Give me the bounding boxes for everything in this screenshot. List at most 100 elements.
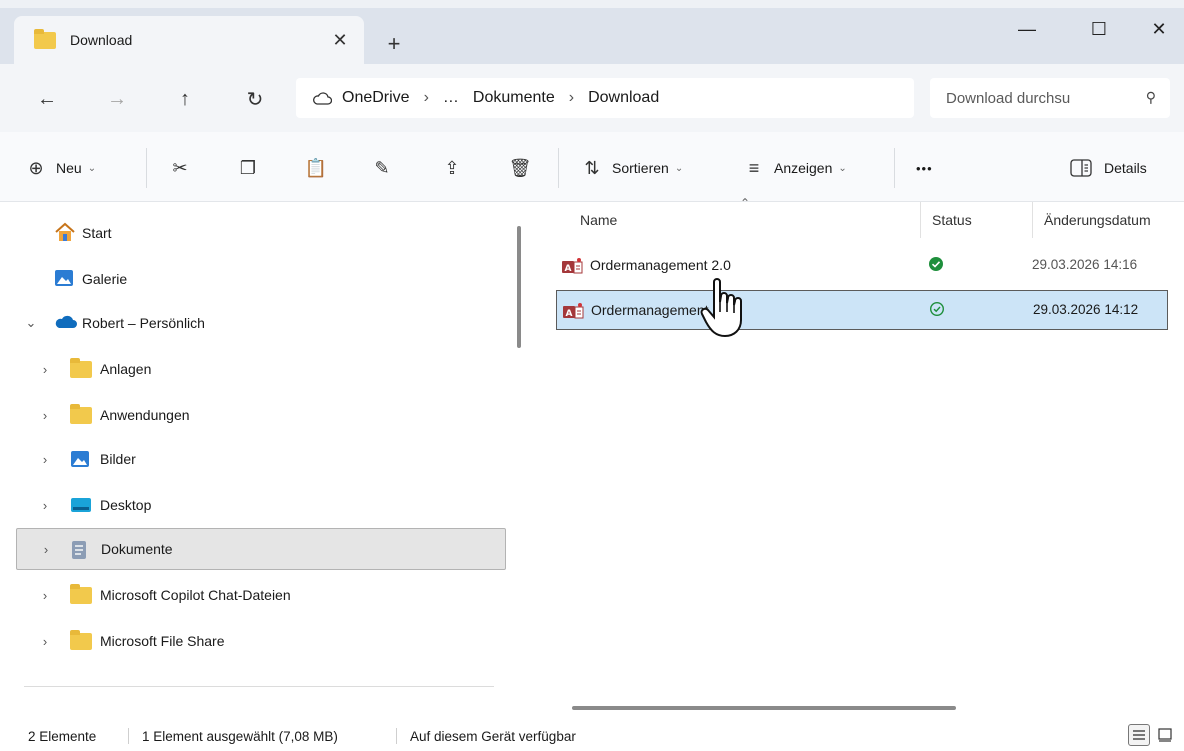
nav-scrollbar[interactable] xyxy=(517,226,521,348)
cut-button[interactable]: ✂ xyxy=(168,154,192,182)
breadcrumb[interactable]: OneDrive › … Dokumente › Download xyxy=(296,78,914,118)
column-header-status[interactable]: Status xyxy=(932,202,972,238)
availability-status: Auf diesem Gerät verfügbar xyxy=(410,729,576,744)
breadcrumb-overflow[interactable]: … xyxy=(443,89,459,107)
folder-icon xyxy=(70,584,92,604)
nav-item-file-share[interactable]: › Microsoft File Share xyxy=(16,620,506,662)
selection-info: 1 Element ausgewählt (7,08 MB) xyxy=(142,729,338,744)
chevron-down-icon: ⌄ xyxy=(838,162,847,174)
nav-divider xyxy=(24,686,494,687)
nav-label: Robert – Persönlich xyxy=(82,315,205,331)
home-icon xyxy=(55,222,75,241)
nav-item-copilot-chat-files[interactable]: › Microsoft Copilot Chat-Dateien xyxy=(16,574,506,616)
access-database-icon: A xyxy=(563,303,584,319)
maximize-button[interactable]: ☐ xyxy=(1084,14,1114,44)
nav-label: Bilder xyxy=(100,451,136,467)
svg-text:A: A xyxy=(565,264,572,274)
nav-label: Anlagen xyxy=(100,361,152,377)
up-button[interactable]: ↑ xyxy=(170,84,200,114)
file-list-scrollbar[interactable] xyxy=(572,706,956,710)
breadcrumb-onedrive[interactable]: OneDrive xyxy=(342,89,410,107)
status-bar: 2 Elemente 1 Element ausgewählt (7,08 MB… xyxy=(0,720,1184,751)
nav-item-dokumente[interactable]: › Dokumente xyxy=(16,528,506,570)
copy-button[interactable]: ❐ xyxy=(236,154,260,182)
chevron-right-icon[interactable]: › xyxy=(38,362,52,377)
tab-close-button[interactable]: ✕ xyxy=(328,28,352,52)
nav-item-bilder[interactable]: › Bilder xyxy=(16,438,506,480)
delete-button[interactable]: 🗑 xyxy=(508,154,532,182)
nav-label: Start xyxy=(82,225,112,241)
file-name: Ordermanagement 2.0 xyxy=(590,257,731,273)
file-date: 29.03.2026 14:12 xyxy=(1033,302,1139,317)
chevron-right-icon[interactable]: › xyxy=(38,452,52,467)
nav-item-start[interactable]: Start xyxy=(16,212,506,254)
sync-status-outline-icon xyxy=(929,301,945,317)
rename-button[interactable]: ✎ xyxy=(370,154,394,182)
tiles-view-button[interactable] xyxy=(1154,724,1176,746)
forward-button[interactable]: → xyxy=(102,84,132,114)
search-input[interactable]: Download durchsu ⚲ xyxy=(930,78,1170,118)
paste-button[interactable]: 📋 xyxy=(304,154,328,182)
search-placeholder: Download durchsu xyxy=(946,89,1071,107)
nav-label: Dokumente xyxy=(101,541,173,557)
folder-icon xyxy=(34,28,56,49)
nav-item-desktop[interactable]: › Desktop xyxy=(16,484,506,526)
documents-icon xyxy=(72,541,86,559)
window-top-strip xyxy=(0,0,1184,8)
refresh-button[interactable]: ↻ xyxy=(240,84,270,114)
close-window-button[interactable]: ✕ xyxy=(1144,14,1174,44)
svg-text:A: A xyxy=(566,309,573,319)
nav-item-anwendungen[interactable]: › Anwendungen xyxy=(16,394,506,436)
onedrive-icon xyxy=(55,315,77,328)
clipboard-icon: 📋 xyxy=(304,157,328,178)
tab-download[interactable]: Download ✕ xyxy=(14,16,364,64)
tiles-view-icon xyxy=(1158,728,1172,742)
column-separator[interactable] xyxy=(1032,202,1033,238)
sort-ascending-icon: ⌃ xyxy=(740,196,751,210)
trash-icon: 🗑 xyxy=(508,157,532,178)
new-label: Neu xyxy=(56,160,82,176)
nav-item-anlagen[interactable]: › Anlagen xyxy=(16,348,506,390)
sort-label: Sortieren xyxy=(612,160,669,176)
folder-icon xyxy=(70,358,92,378)
nav-item-galerie[interactable]: Galerie xyxy=(16,258,506,300)
plus-circle-icon: ⊕ xyxy=(28,157,44,178)
table-row-selected[interactable]: A Ordermanagement 29.03.2026 14:12 xyxy=(556,290,1168,330)
hand-cursor-icon xyxy=(700,278,742,338)
details-view-button[interactable] xyxy=(1128,724,1150,746)
breadcrumb-dokumente[interactable]: Dokumente xyxy=(473,89,555,107)
details-pane-icon xyxy=(1070,159,1092,177)
new-tab-button[interactable]: + xyxy=(380,30,408,58)
address-bar: ← → ↑ ↻ OneDrive › … Dokumente › Downloa… xyxy=(0,64,1184,132)
chevron-down-icon[interactable]: ⌄ xyxy=(24,315,38,331)
column-label: Änderungsdatum xyxy=(1044,212,1151,228)
column-separator[interactable] xyxy=(920,202,921,238)
column-header-name[interactable]: Name xyxy=(580,202,617,238)
access-database-icon: A xyxy=(562,258,583,274)
chevron-right-icon[interactable]: › xyxy=(38,498,52,513)
nav-item-robert-personal[interactable]: ⌄ Robert – Persönlich xyxy=(16,302,506,344)
chevron-right-icon[interactable]: › xyxy=(38,634,52,649)
title-bar: Download ✕ + — ☐ ✕ xyxy=(0,0,1184,64)
breadcrumb-download[interactable]: Download xyxy=(588,89,659,107)
view-button[interactable]: ≡ Anzeigen ⌄ xyxy=(742,154,847,182)
more-options-button[interactable]: ••• xyxy=(916,154,933,182)
table-row[interactable]: A Ordermanagement 2.0 29.03.2026 14:16 xyxy=(556,246,1168,286)
new-button[interactable]: ⊕ Neu ⌄ xyxy=(24,154,96,182)
share-button[interactable]: ⇪ xyxy=(440,154,464,182)
nav-label: Desktop xyxy=(100,497,152,513)
chevron-right-icon[interactable]: › xyxy=(38,588,52,603)
column-header-modified[interactable]: Änderungsdatum xyxy=(1044,202,1151,238)
details-button[interactable]: Details xyxy=(1070,154,1147,182)
folder-icon xyxy=(70,630,92,650)
sync-status-filled-icon xyxy=(929,257,943,271)
nav-label: Galerie xyxy=(82,271,128,287)
sort-arrows-icon: ⇅ xyxy=(584,157,600,178)
minimize-button[interactable]: — xyxy=(1012,14,1042,44)
file-list: Name ⌃ Status Änderungsdatum A Ordermana… xyxy=(536,196,1184,706)
back-button[interactable]: ← xyxy=(32,84,62,114)
chevron-right-icon[interactable]: › xyxy=(38,408,52,423)
file-date: 29.03.2026 14:16 xyxy=(1032,257,1138,272)
sort-button[interactable]: ⇅ Sortieren ⌄ xyxy=(580,154,683,182)
chevron-right-icon[interactable]: › xyxy=(39,542,53,557)
